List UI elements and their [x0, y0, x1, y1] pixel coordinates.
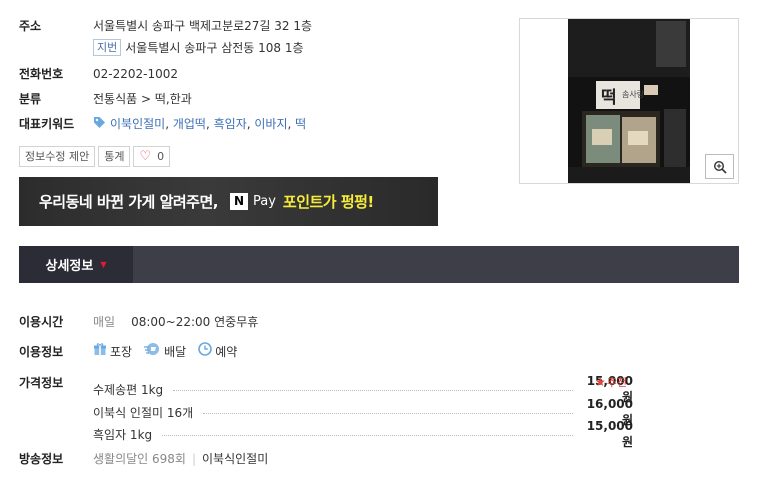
category-label: 분류 — [19, 92, 42, 106]
price-label: 가격정보 — [19, 376, 64, 390]
hours-label: 이용시간 — [19, 315, 64, 329]
broadcast-show: 생활의달인 698회 — [93, 452, 186, 466]
caret-down-icon: ▼ — [100, 260, 107, 269]
keyword-label: 대표키워드 — [19, 117, 75, 131]
hours-value: 08:00~22:00 연중무휴 — [131, 315, 259, 329]
store-sign-text: 떡 — [601, 88, 617, 108]
store-sign-small: 솜사랑 — [622, 90, 645, 99]
dotted-leader — [162, 435, 573, 436]
dotted-leader — [173, 390, 573, 391]
divider: | — [191, 451, 197, 466]
like-count: 0 — [157, 150, 165, 163]
keyword-link[interactable]: 이바지 — [254, 115, 287, 132]
price-item: 흑임자 1kg 15,000원 — [93, 419, 633, 450]
keyword-link[interactable]: 개업떡 — [173, 115, 206, 132]
tab-label: 상세정보 — [45, 259, 94, 274]
dotted-leader — [203, 413, 573, 414]
action-buttons: 정보수정 제안 통계 ♡ 0 — [19, 146, 173, 167]
service-label: 배달 — [164, 344, 187, 359]
heart-icon: ♡ — [139, 149, 152, 164]
suggest-edit-button[interactable]: 정보수정 제안 — [19, 146, 96, 167]
keyword-link[interactable]: 흑임자 — [214, 115, 247, 132]
jibun-tag: 지번 — [93, 39, 122, 56]
service-delivery: 배달 — [144, 342, 186, 360]
price-label-row: 가격정보 — [19, 374, 93, 391]
broadcast-item: 이북식인절미 — [202, 452, 269, 466]
like-button[interactable]: ♡ 0 — [133, 146, 171, 167]
jibun-row: 지번 서울특별시 송파구 삼전동 108 1층 — [93, 39, 304, 56]
address-row: 주소 서울특별시 송파구 백제고분로27길 32 1층 — [19, 17, 312, 34]
phone-label: 전화번호 — [19, 67, 64, 81]
phone-row: 전화번호 02-2202-1002 — [19, 65, 178, 82]
banner-text: 우리동네 바뀐 가게 알려주면, — [39, 193, 218, 211]
tab-detail-info[interactable]: 상세정보 ▼ — [19, 246, 133, 283]
jibun-address: 서울특별시 송파구 삼전동 108 1층 — [125, 41, 304, 55]
keyword-link[interactable]: 떡 — [295, 115, 306, 132]
stats-button[interactable]: 통계 — [98, 146, 131, 167]
service-label: 예약 — [215, 344, 238, 359]
recommend-label: 추천 — [606, 376, 628, 389]
pay-text: Pay — [252, 194, 276, 209]
address-label: 주소 — [19, 19, 42, 33]
price-item-value: 15,000원 — [586, 419, 633, 449]
recommend-badge: ★ 추천 — [595, 374, 627, 390]
banner-highlight: 포인트가 펑펑! — [282, 193, 374, 211]
tag-icon — [93, 116, 106, 132]
broadcast-label: 방송정보 — [19, 452, 64, 466]
store-photo[interactable]: 떡 솜사랑 — [519, 18, 739, 184]
usage-label: 이용정보 — [19, 344, 64, 359]
broadcast-row: 방송정보 생활의달인 698회 | 이북식인절미 — [19, 450, 268, 467]
service-takeout: 포장 — [93, 342, 132, 360]
service-label: 포장 — [110, 344, 133, 359]
clock-icon — [198, 342, 212, 360]
hours-row: 이용시간 매일 08:00~22:00 연중무휴 — [19, 313, 258, 330]
keyword-link[interactable]: 이북인절미 — [110, 115, 165, 132]
usage-row: 이용정보 포장 배달 예약 — [19, 342, 249, 360]
delivery-icon — [144, 342, 161, 360]
magnifier-plus-icon — [713, 160, 727, 174]
detail-tab-bar: 상세정보 ▼ — [19, 246, 739, 283]
storefront-image: 떡 솜사랑 — [568, 19, 690, 183]
category-value: 전통식품 > 떡,한과 — [93, 92, 192, 106]
service-reservation: 예약 — [198, 342, 237, 360]
price-item-name: 흑임자 1kg — [93, 428, 153, 442]
phone-number[interactable]: 02-2202-1002 — [93, 67, 178, 81]
zoom-in-button[interactable] — [705, 154, 734, 179]
npay-logo-icon: N — [229, 193, 248, 210]
hours-prefix: 매일 — [93, 315, 116, 329]
star-icon: ★ — [595, 375, 606, 389]
keywords-row: 대표키워드 이북인절미, 개업떡, 흑임자, 이바지, 떡 — [19, 115, 307, 132]
gift-box-icon — [93, 342, 107, 360]
road-address: 서울특별시 송파구 백제고분로27길 32 1층 — [93, 19, 313, 33]
npay-promo-banner[interactable]: 우리동네 바뀐 가게 알려주면, N Pay 포인트가 펑펑! — [19, 177, 438, 226]
price-item-name: 수제송편 1kg — [93, 383, 164, 397]
category-row: 분류 전통식품 > 떡,한과 — [19, 90, 192, 107]
